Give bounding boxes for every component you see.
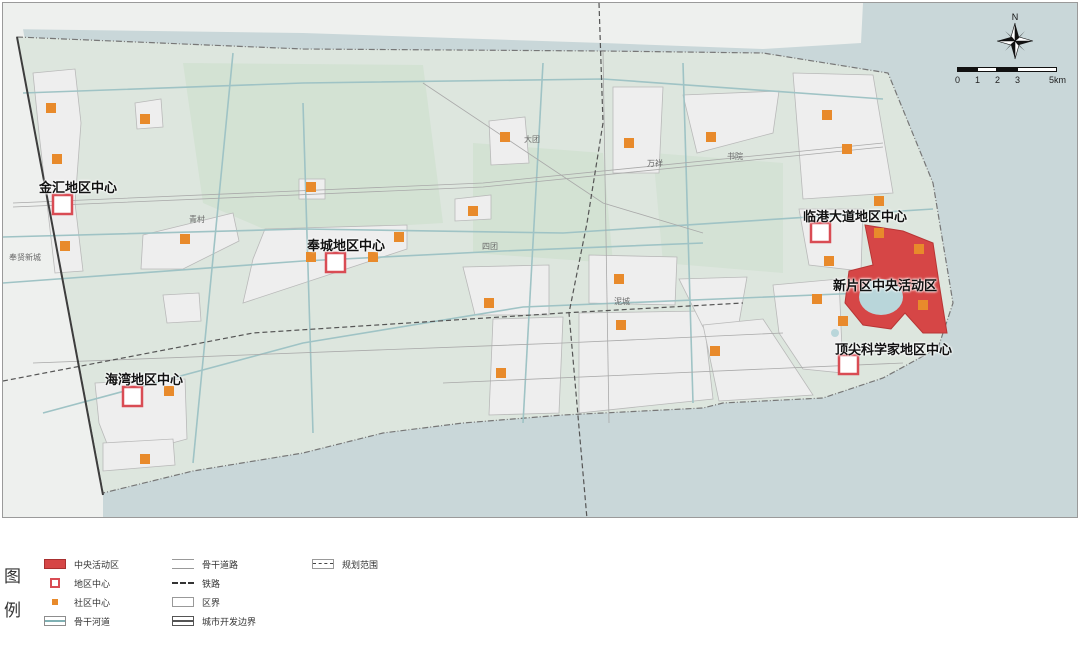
railway-swatch: [172, 578, 194, 588]
district-center-jinhui[interactable]: [51, 193, 74, 216]
community-center-marker[interactable]: [496, 368, 506, 378]
legend-item-planning-scope: 规划范围: [312, 556, 378, 572]
scale-segment: [977, 67, 997, 72]
scale-tick-3: 3: [1015, 75, 1021, 85]
ecological-green-zone: [183, 63, 443, 233]
district-boundary-swatch: [172, 597, 194, 607]
legend-label: 骨干道路: [202, 559, 239, 570]
ecological-green-zone: [653, 153, 783, 273]
label-lingang-center: 临港大道地区中心: [803, 209, 908, 224]
community-center-marker[interactable]: [140, 114, 150, 124]
compass-north-label: N: [1012, 12, 1019, 22]
legend-label: 地区中心: [74, 578, 111, 589]
community-center-marker[interactable]: [842, 144, 852, 154]
place-label-wanxiang: 万祥: [647, 159, 663, 168]
legend-label: 社区中心: [74, 597, 111, 608]
scale-segment: [1017, 67, 1057, 72]
community-center-marker[interactable]: [484, 298, 494, 308]
community-center-swatch: [44, 597, 66, 607]
label-jinhui-center: 金汇地区中心: [39, 180, 118, 195]
community-center-marker[interactable]: [624, 138, 634, 148]
scale-segment: [997, 67, 1017, 72]
district-center-fengcheng[interactable]: [324, 251, 347, 274]
district-center-haiwan[interactable]: [121, 385, 144, 408]
community-center-marker[interactable]: [822, 110, 832, 120]
legend-label: 中央活动区: [74, 559, 120, 570]
community-center-marker[interactable]: [710, 346, 720, 356]
community-center-marker[interactable]: [874, 196, 884, 206]
urban-development-boundary-swatch: [172, 616, 194, 626]
planning-scope-swatch: [312, 559, 334, 569]
legend-label: 城市开发边界: [202, 616, 257, 627]
legend-item-main-river: 骨干河道: [44, 613, 110, 629]
label-dingjian-center: 顶尖科学家地区中心: [835, 342, 953, 357]
community-center-marker[interactable]: [140, 454, 150, 464]
community-center-marker[interactable]: [306, 182, 316, 192]
label-xinpian-cbd: 新片区中央活动区: [833, 278, 938, 293]
legend: 图例 中央活动区 地区中心 社区中心 骨干河道 骨干道路 铁路 区界 城市开发边…: [0, 540, 1080, 662]
district-center-swatch: [44, 578, 66, 588]
legend-item-main-road: 骨干道路: [172, 556, 238, 572]
community-center-marker[interactable]: [180, 234, 190, 244]
legend-label: 规划范围: [342, 559, 379, 570]
community-center-marker[interactable]: [60, 241, 70, 251]
legend-label: 铁路: [202, 578, 221, 589]
legend-title: 图例: [4, 567, 21, 620]
label-haiwan-center: 海湾地区中心: [105, 372, 184, 387]
community-center-marker[interactable]: [812, 294, 822, 304]
label-fengcheng-center: 奉城地区中心: [307, 238, 386, 253]
community-center-marker[interactable]: [394, 232, 404, 242]
main-river-swatch: [44, 616, 66, 626]
community-center-marker[interactable]: [500, 132, 510, 142]
scale-segment: [957, 67, 977, 72]
legend-item-community-center: 社区中心: [44, 594, 110, 610]
main-road-swatch: [172, 559, 194, 569]
place-label-qingcun: 青村: [189, 215, 205, 224]
lake-island: [831, 329, 839, 337]
legend-item-central-activity-zone: 中央活动区: [44, 556, 119, 572]
map-canvas[interactable]: [3, 3, 1078, 518]
community-center-marker[interactable]: [706, 132, 716, 142]
community-center-marker[interactable]: [824, 256, 834, 266]
scale-tick-0: 0: [955, 75, 961, 85]
legend-label: 骨干河道: [74, 616, 111, 627]
legend-item-district-boundary: 区界: [172, 594, 220, 610]
place-label-shuyuan: 书院: [727, 152, 743, 161]
legend-item-railway: 铁路: [172, 575, 220, 591]
community-center-marker[interactable]: [874, 228, 884, 238]
community-center-marker[interactable]: [918, 300, 928, 310]
legend-item-urban-development-boundary: 城市开发边界: [172, 613, 256, 629]
compass-rose-icon: N: [993, 11, 1037, 61]
community-center-marker[interactable]: [838, 316, 848, 326]
community-center-marker[interactable]: [46, 103, 56, 113]
place-label-fengxian: 奉贤新城: [9, 253, 41, 262]
scale-bar: 0 1 2 3 5km: [955, 65, 1067, 87]
community-center-marker[interactable]: [468, 206, 478, 216]
community-center-marker[interactable]: [914, 244, 924, 254]
district-center-lingang[interactable]: [809, 221, 832, 244]
community-center-marker[interactable]: [52, 154, 62, 164]
place-label-xidu: 四团: [482, 242, 498, 251]
scale-tick-5km: 5km: [1049, 75, 1067, 85]
central-activity-zone-swatch: [44, 559, 66, 569]
legend-label: 区界: [202, 597, 221, 608]
community-center-marker[interactable]: [616, 320, 626, 330]
community-center-marker[interactable]: [614, 274, 624, 284]
scale-tick-2: 2: [995, 75, 1001, 85]
map-panel[interactable]: 大团 万祥 书院 青村 四团 泥城 奉贤新城 金汇地区中心 奉城地区中心 海湾地…: [2, 2, 1078, 518]
scale-tick-1: 1: [975, 75, 981, 85]
place-label-datuan: 大团: [524, 135, 540, 144]
place-label-nihui: 泥城: [614, 297, 630, 306]
legend-item-district-center: 地区中心: [44, 575, 110, 591]
